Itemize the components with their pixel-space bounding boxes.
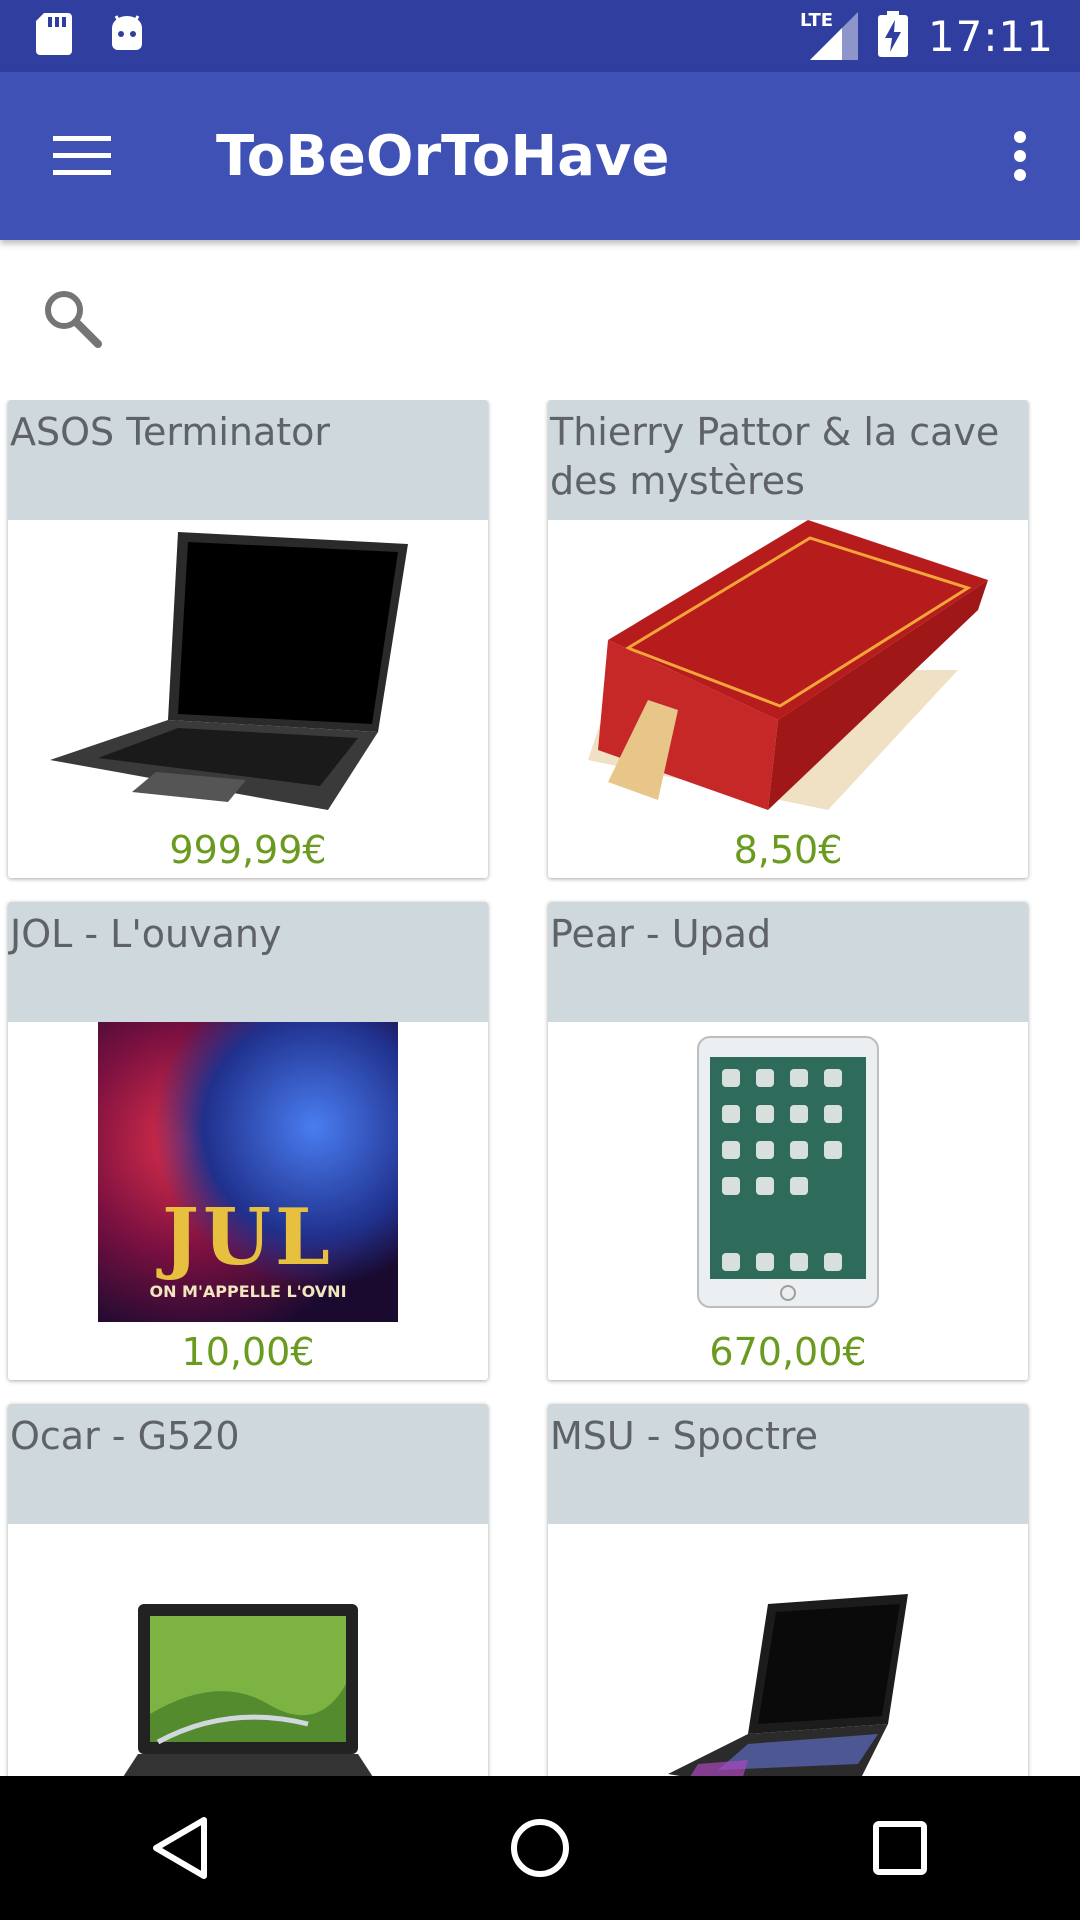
app-title: ToBeOrToHave	[216, 123, 670, 189]
card-header: MSU - Spoctre	[548, 1404, 1028, 1524]
search-icon[interactable]	[40, 286, 104, 350]
product-price: 999,99€	[169, 828, 327, 872]
product-title: Thierry Pattor & la cave des mystères	[550, 410, 1000, 503]
product-card[interactable]: JOL - L'ouvany JUL ON M'APPELLE L'OVNI 1…	[8, 902, 488, 1380]
card-header: Ocar - G520	[8, 1404, 488, 1524]
clock: 17:11	[927, 11, 1054, 61]
product-image-tablet	[548, 1022, 1028, 1322]
card-header: Thierry Pattor & la cave des mystères	[548, 400, 1028, 520]
product-title: Pear - Upad	[550, 912, 772, 956]
product-card[interactable]: Ocar - G520	[8, 1404, 488, 1776]
product-card[interactable]: MSU - Spoctre	[548, 1404, 1028, 1776]
album-subtitle-text: ON M'APPELLE L'OVNI	[149, 1282, 347, 1301]
product-title: JOL - L'ouvany	[10, 912, 282, 956]
more-vert-icon[interactable]	[984, 118, 1056, 194]
product-card[interactable]: ASOS Terminator 999,99€	[8, 400, 488, 878]
android-debug-icon	[108, 14, 146, 58]
signal-icon: LTE	[799, 10, 858, 60]
product-card[interactable]: Pear - Upad 670,00€	[548, 902, 1028, 1380]
product-image-book	[548, 520, 1028, 820]
card-header: Pear - Upad	[548, 902, 1028, 1022]
search-bar[interactable]	[0, 240, 1080, 390]
card-header: ASOS Terminator	[8, 400, 488, 520]
product-card[interactable]: Thierry Pattor & la cave des mystères 8,…	[548, 400, 1028, 878]
home-icon[interactable]	[480, 1788, 600, 1908]
card-header: JOL - L'ouvany	[8, 902, 488, 1022]
back-icon[interactable]	[120, 1788, 240, 1908]
product-image-gaming-laptop	[548, 1524, 1028, 1776]
product-image-laptop	[8, 1524, 488, 1776]
status-bar: LTE 17:11	[0, 0, 1080, 72]
product-title: Ocar - G520	[10, 1414, 240, 1458]
navigation-bar	[0, 1776, 1080, 1920]
product-grid[interactable]: ASOS Terminator 999,99€ Thierry Pattor &…	[0, 400, 1080, 1776]
product-title: ASOS Terminator	[10, 410, 331, 454]
product-price: 8,50€	[733, 828, 843, 872]
album-title-text: JUL	[162, 1192, 334, 1283]
product-image-album: JUL ON M'APPELLE L'OVNI	[8, 1022, 488, 1322]
network-type-label: LTE	[799, 10, 834, 31]
recents-icon[interactable]	[840, 1788, 960, 1908]
product-price: 10,00€	[181, 1330, 315, 1374]
app-bar: ToBeOrToHave	[0, 72, 1080, 240]
search-input[interactable]	[130, 280, 1034, 352]
product-title: MSU - Spoctre	[550, 1414, 819, 1458]
hamburger-menu-icon[interactable]	[40, 118, 124, 194]
product-image-laptop	[8, 520, 488, 820]
sd-card-icon	[36, 13, 72, 59]
battery-charging-icon	[877, 11, 908, 61]
product-price: 670,00€	[709, 1330, 867, 1374]
